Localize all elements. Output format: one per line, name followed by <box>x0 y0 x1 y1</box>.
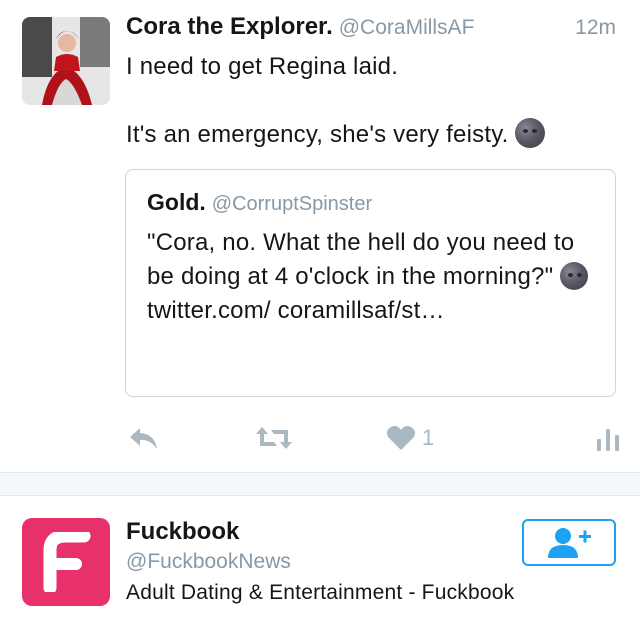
new-moon-face-icon <box>515 118 546 148</box>
heart-icon <box>386 426 416 450</box>
quoted-text-body: "Cora, no. What the hell do you need to … <box>147 229 575 290</box>
reply-button[interactable] <box>128 420 160 456</box>
quoted-author: Gold. @CorruptSpinster <box>147 189 372 216</box>
fuckbook-avatar[interactable] <box>22 518 110 606</box>
add-user-icon <box>548 527 591 558</box>
like-button[interactable]: 1 <box>386 420 434 456</box>
quoted-handle: @CorruptSpinster <box>211 193 373 215</box>
tweet-actions: 1 <box>0 420 640 456</box>
tweet-text-line2: It's an emergency, she's very feisty. <box>126 121 509 148</box>
follow-button[interactable] <box>522 519 616 566</box>
like-count: 1 <box>422 425 435 450</box>
tweet-author[interactable]: Cora the Explorer. @CoraMillsAF <box>126 13 474 41</box>
suggested-user-bio: Adult Dating & Entertainment - Fuckbook <box>126 581 515 604</box>
quoted-display-name: Gold. <box>147 189 206 215</box>
timestamp[interactable]: 12m <box>575 16 616 40</box>
quoted-text: "Cora, no. What the hell do you need to … <box>147 226 597 328</box>
analytics-icon <box>597 429 619 451</box>
tweet-text-line1: I need to get Regina laid. <box>126 53 399 80</box>
section-separator <box>0 473 640 495</box>
quoted-tweet-card[interactable]: Gold. @CorruptSpinster "Cora, no. What th… <box>125 169 616 397</box>
user-handle[interactable]: @CoraMillsAF <box>339 16 475 39</box>
retweet-button[interactable] <box>255 420 293 456</box>
tweet-text: I need to get Regina laid. It's an emerg… <box>126 50 616 152</box>
analytics-button[interactable] <box>597 420 619 456</box>
retweet-icon <box>256 427 292 449</box>
suggested-user-name[interactable]: Fuckbook <box>126 518 239 546</box>
avatar[interactable] <box>22 17 110 105</box>
new-moon-face-icon <box>560 262 589 290</box>
fuckbook-logo-icon <box>43 532 91 592</box>
display-name[interactable]: Cora the Explorer. <box>126 13 333 40</box>
avatar-image <box>22 17 110 105</box>
divider <box>0 495 640 496</box>
quoted-link[interactable]: twitter.com/ coramillsaf/st… <box>147 297 445 324</box>
suggested-user-handle[interactable]: @FuckbookNews <box>126 550 291 574</box>
reply-icon <box>130 428 157 449</box>
